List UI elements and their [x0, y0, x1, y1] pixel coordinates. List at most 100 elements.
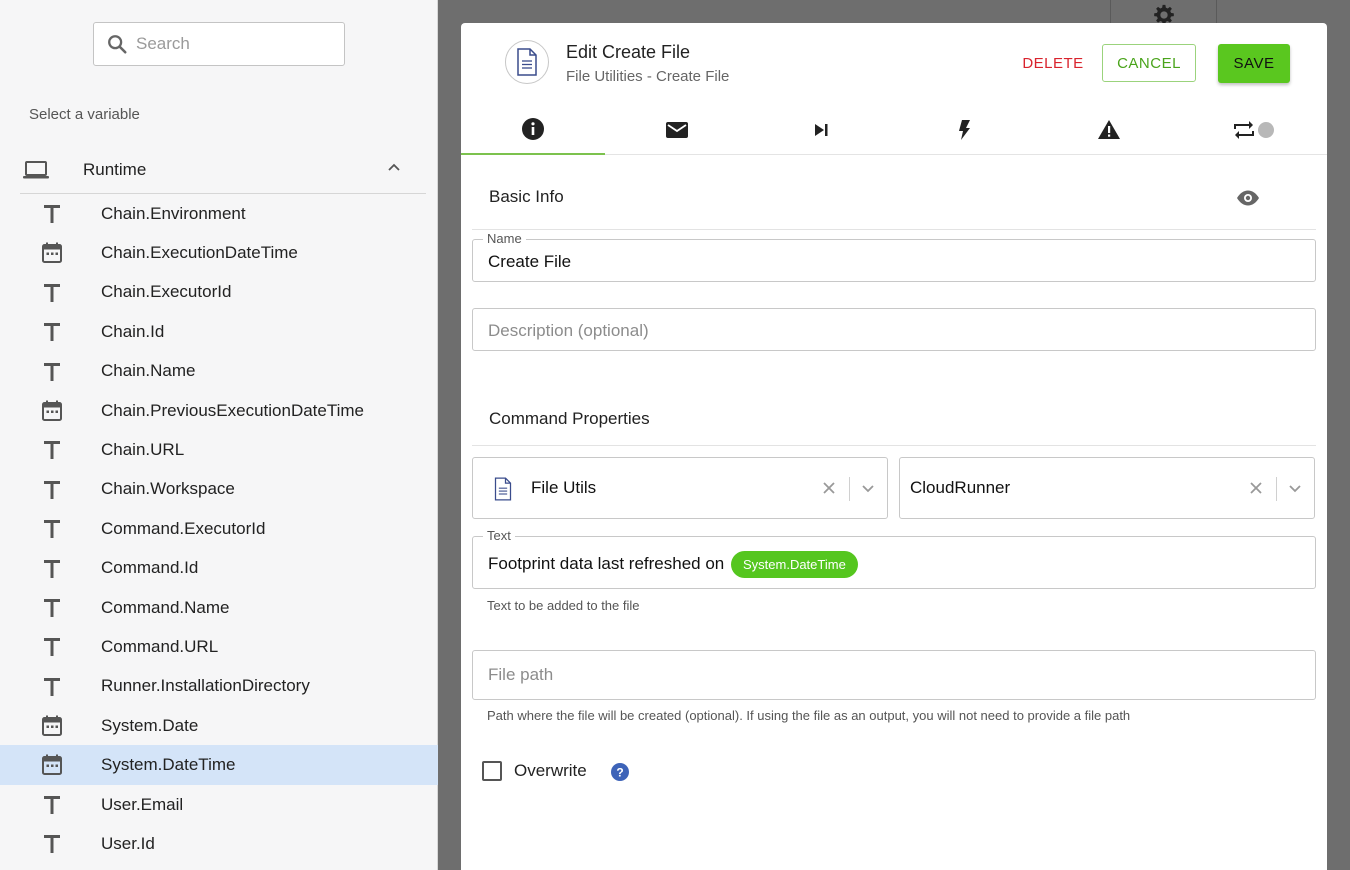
variable-item[interactable]: Chain.PreviousExecutionDateTime [0, 391, 438, 430]
text-field[interactable]: Text Footprint data last refreshed on Sy… [472, 528, 1316, 589]
variable-item[interactable]: User.Id [0, 824, 438, 863]
tab-errors[interactable] [1037, 105, 1181, 155]
search-input[interactable] [136, 34, 326, 54]
file-path-placeholder: File path [488, 665, 554, 684]
text-type-icon [44, 638, 60, 657]
runtime-group-header[interactable]: Runtime [20, 146, 426, 194]
calendar-icon [42, 400, 62, 421]
command-avatar [505, 40, 549, 84]
tab-notifications[interactable] [605, 105, 749, 155]
loop-status-dot [1258, 122, 1274, 138]
text-field-label: Text [483, 528, 515, 543]
text-type-icon [44, 835, 60, 854]
name-field[interactable]: Name Create File [472, 231, 1316, 282]
variable-label: Chain.PreviousExecutionDateTime [101, 400, 364, 420]
text-field-value: Footprint data last refreshed on [488, 553, 725, 573]
calendar-icon [42, 715, 62, 737]
variable-item[interactable]: System.Date [0, 706, 438, 745]
chevron-up-icon[interactable] [386, 160, 402, 176]
variable-chip[interactable]: System.DateTime [730, 551, 858, 578]
variable-label: System.DateTime [101, 755, 236, 775]
clear-icon[interactable] [1249, 481, 1263, 495]
connector-select[interactable]: File Utils [472, 457, 888, 519]
basic-info-divider [472, 229, 1316, 230]
mail-icon [666, 122, 688, 138]
edit-command-modal: Edit Create File File Utilities - Create… [461, 23, 1327, 870]
info-icon [522, 118, 544, 140]
variable-item[interactable]: System.DateTime [0, 745, 438, 785]
overwrite-label[interactable]: Overwrite [514, 761, 587, 781]
calendar-icon [42, 754, 62, 776]
cancel-button[interactable]: CANCEL [1102, 44, 1196, 82]
description-field[interactable]: Description (optional) [472, 308, 1316, 351]
variable-label: Command.Name [101, 597, 230, 617]
skip-next-icon [815, 124, 828, 136]
text-type-icon [44, 205, 60, 223]
variable-label: Chain.Id [101, 321, 165, 341]
select-variable-label: Select a variable [29, 106, 140, 123]
variable-label: Chain.URL [101, 440, 185, 460]
command-properties-divider [472, 445, 1316, 446]
runtime-group-label: Runtime [83, 159, 147, 179]
overwrite-checkbox[interactable] [482, 761, 502, 781]
save-button[interactable]: SAVE [1218, 44, 1290, 83]
modal-tabs [461, 105, 1327, 155]
variable-item[interactable]: Chain.ExecutionDateTime [0, 233, 438, 272]
variable-label: User.Id [101, 833, 155, 853]
text-type-icon [44, 598, 60, 617]
variable-label: Command.Id [101, 558, 199, 578]
text-type-icon [44, 283, 60, 302]
variable-item[interactable]: Command.Name [0, 588, 438, 627]
toolbar-fragment [1110, 0, 1217, 25]
variable-item[interactable]: Command.URL [0, 627, 438, 666]
chevron-down-icon[interactable] [860, 480, 876, 496]
text-type-icon [44, 441, 60, 460]
modal-subtitle: File Utilities - Create File [566, 68, 730, 85]
document-icon [494, 477, 512, 501]
search-icon [108, 35, 127, 54]
eye-icon[interactable] [1236, 186, 1260, 210]
variable-item[interactable]: Command.Id [0, 549, 438, 588]
file-path-field[interactable]: File path [472, 650, 1316, 700]
clear-icon[interactable] [822, 481, 836, 495]
select-separator [1276, 477, 1277, 501]
tab-info[interactable] [461, 105, 605, 155]
name-field-value: Create File [488, 252, 572, 271]
variable-item[interactable]: Chain.URL [0, 430, 438, 469]
variable-item[interactable]: Runner.InstallationDirectory [0, 667, 438, 706]
variable-label: Chain.Workspace [101, 479, 235, 499]
variable-item[interactable]: Chain.Workspace [0, 470, 438, 509]
repeat-icon [1234, 121, 1254, 139]
variable-item[interactable]: User.Email [0, 785, 438, 824]
connector-value: File Utils [531, 478, 597, 497]
help-icon[interactable]: ? [611, 763, 629, 781]
search-box[interactable] [93, 22, 345, 66]
variable-item[interactable]: Chain.Environment [0, 194, 438, 233]
variable-item[interactable]: Chain.ExecutorId [0, 273, 438, 312]
chevron-down-icon[interactable] [1287, 480, 1303, 496]
description-placeholder: Description (optional) [488, 321, 649, 340]
variable-label: Command.URL [101, 636, 219, 656]
text-type-icon [44, 795, 60, 814]
text-type-icon [44, 480, 60, 499]
runner-select[interactable]: CloudRunner [899, 457, 1315, 519]
tab-next[interactable] [749, 105, 893, 155]
variable-label: Runner.InstallationDirectory [101, 676, 310, 696]
select-separator [849, 477, 850, 501]
variable-list: Chain.Environment Chain.ExecutionDateTime… [0, 194, 438, 864]
text-type-icon [44, 677, 60, 696]
modal-title: Edit Create File [566, 42, 691, 62]
svg-text:?: ? [616, 766, 623, 780]
tab-loop[interactable] [1181, 105, 1325, 155]
warning-icon [1098, 120, 1120, 139]
tab-triggers[interactable] [893, 105, 1037, 155]
delete-button[interactable]: DELETE [1005, 44, 1101, 82]
command-properties-title: Command Properties [489, 409, 650, 428]
variable-item[interactable]: Chain.Name [0, 352, 438, 391]
variable-item[interactable]: Chain.Id [0, 312, 438, 351]
calendar-icon [42, 242, 62, 264]
variable-item[interactable]: Command.ExecutorId [0, 509, 438, 548]
runner-value: CloudRunner [910, 478, 1011, 497]
variable-label: Chain.Environment [101, 203, 246, 223]
text-helper: Text to be added to the file [487, 598, 640, 613]
